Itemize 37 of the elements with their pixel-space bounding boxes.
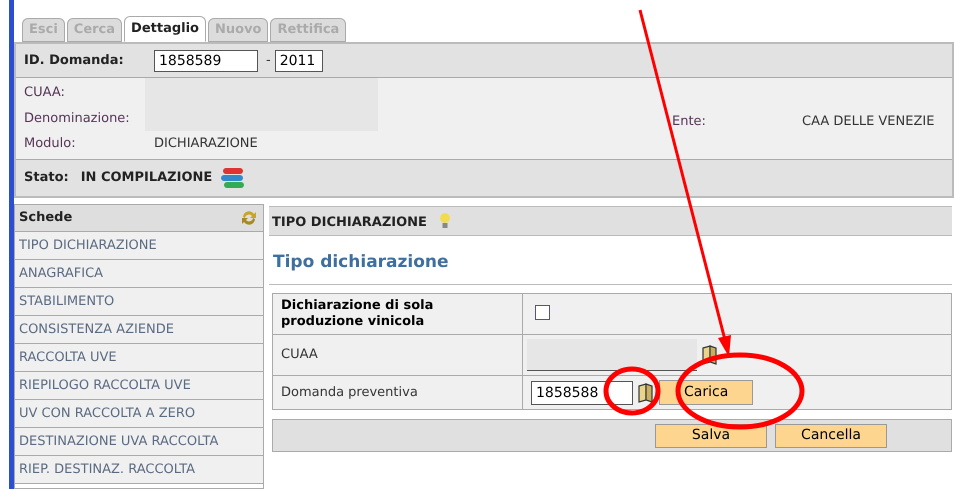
sidebar-item[interactable]: CONSISTENZA AZIENDE bbox=[15, 316, 263, 344]
field-label: Denominazione: bbox=[24, 110, 131, 128]
form-button[interactable]: Salva bbox=[655, 424, 767, 448]
form-button[interactable]: Cancella bbox=[775, 424, 887, 448]
tab[interactable]: Dettaglio bbox=[124, 16, 206, 42]
field-label: ID. Domanda: bbox=[24, 52, 125, 70]
field-value: DICHIARAZIONE bbox=[154, 135, 258, 154]
id-field[interactable]: 1858589 bbox=[154, 50, 258, 72]
field-label: Dichiarazione di sola produzione vinicola bbox=[272, 293, 522, 334]
annotation-circle bbox=[604, 366, 660, 416]
sidebar-item[interactable]: TIPO DICHIARAZIONE bbox=[15, 232, 263, 260]
year-field[interactable]: 2011 bbox=[274, 50, 323, 72]
input-field[interactable]: 1858588 bbox=[531, 380, 633, 404]
load-button[interactable]: Carica bbox=[659, 380, 754, 405]
section-title: TIPO DICHIARAZIONE bbox=[272, 214, 427, 232]
page-heading: Tipo dichiarazione bbox=[273, 251, 450, 274]
sidebar-item[interactable]: STABILIMENTO bbox=[15, 288, 263, 316]
sidebar-item[interactable]: RIEP. DESTINAZ. RACCOLTA bbox=[15, 456, 263, 484]
books-icon bbox=[220, 166, 246, 190]
field-value: CAA DELLE VENEZIE bbox=[802, 113, 934, 131]
folder-icon[interactable] bbox=[701, 345, 719, 365]
folder-icon[interactable] bbox=[637, 382, 655, 402]
lightbulb-icon bbox=[438, 212, 451, 230]
field-label: Domanda preventiva bbox=[272, 376, 522, 410]
separator: - bbox=[266, 52, 271, 70]
sidebar-item[interactable]: RACCOLTA UVE bbox=[15, 344, 263, 372]
field-label: CUAA: bbox=[24, 84, 66, 102]
sidebar-title: Schede bbox=[19, 209, 72, 228]
status-label: Stato: bbox=[24, 169, 69, 188]
sidebar-item[interactable]: ANAGRAFICA bbox=[15, 260, 263, 288]
field-label: Modulo: bbox=[24, 135, 77, 154]
sidebar-item[interactable]: UV CON RACCOLTA A ZERO bbox=[15, 400, 263, 428]
checkbox[interactable] bbox=[535, 305, 550, 320]
field-label: Ente: bbox=[672, 113, 707, 131]
sidebar-item[interactable]: DESTINAZIONE UVA RACCOLTA bbox=[15, 428, 263, 456]
sidebar-item[interactable]: RIEPILOGO RACCOLTA UVE bbox=[15, 372, 263, 400]
status-value: IN COMPILAZIONE bbox=[80, 169, 212, 188]
